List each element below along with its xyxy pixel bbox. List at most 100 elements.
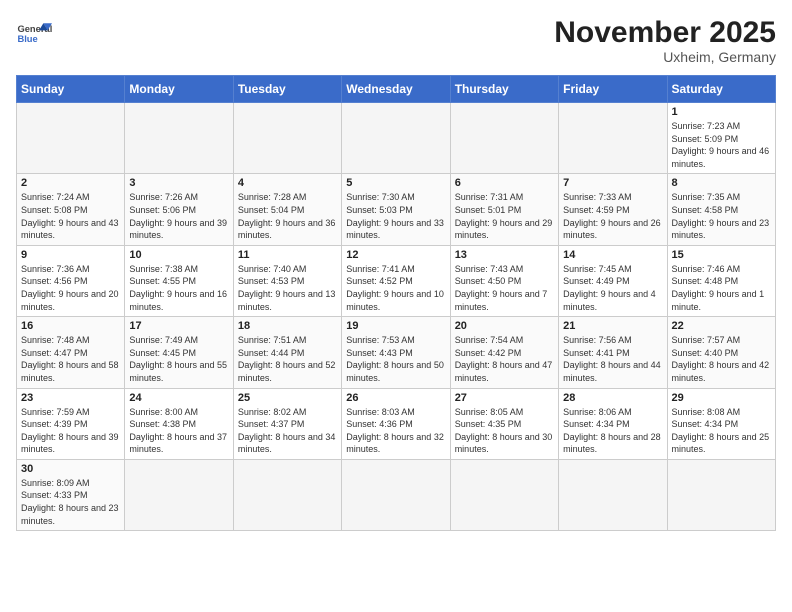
calendar-day-cell: 5 Sunrise: 7:30 AM Sunset: 5:03 PM Daylig… (342, 174, 450, 245)
calendar-day-cell: 24 Sunrise: 8:00 AM Sunset: 4:38 PM Dayli… (125, 388, 233, 459)
day-number: 20 (455, 320, 554, 332)
month-year-title: November 2025 (554, 16, 776, 49)
day-info: Sunrise: 8:02 AM Sunset: 4:37 PM Dayligh… (238, 406, 337, 456)
weekday-header-saturday: Saturday (667, 76, 775, 103)
day-info: Sunrise: 7:56 AM Sunset: 4:41 PM Dayligh… (563, 334, 662, 384)
calendar-table: SundayMondayTuesdayWednesdayThursdayFrid… (16, 75, 776, 531)
day-number: 19 (346, 320, 445, 332)
calendar-day-cell: 29 Sunrise: 8:08 AM Sunset: 4:34 PM Dayli… (667, 388, 775, 459)
weekday-header-monday: Monday (125, 76, 233, 103)
calendar-week-row: 1 Sunrise: 7:23 AM Sunset: 5:09 PM Daylig… (17, 103, 776, 174)
day-number: 25 (238, 392, 337, 404)
calendar-day-cell: 13Sunrise: 7:43 AM Sunset: 4:50 PM Dayli… (450, 245, 558, 316)
day-info: Sunrise: 7:59 AM Sunset: 4:39 PM Dayligh… (21, 406, 120, 456)
calendar-day-cell: 27 Sunrise: 8:05 AM Sunset: 4:35 PM Dayli… (450, 388, 558, 459)
calendar-day-cell: 9 Sunrise: 7:36 AM Sunset: 4:56 PM Daylig… (17, 245, 125, 316)
calendar-week-row: 2 Sunrise: 7:24 AM Sunset: 5:08 PM Daylig… (17, 174, 776, 245)
calendar-day-cell: 15 Sunrise: 7:46 AM Sunset: 4:48 PM Dayli… (667, 245, 775, 316)
day-info: Sunrise: 7:30 AM Sunset: 5:03 PM Dayligh… (346, 191, 445, 241)
logo-icon: General Blue (16, 16, 52, 52)
calendar-day-cell: 8Sunrise: 7:35 AM Sunset: 4:58 PM Daylig… (667, 174, 775, 245)
calendar-week-row: 16 Sunrise: 7:48 AM Sunset: 4:47 PM Dayli… (17, 317, 776, 388)
calendar-day-cell: 16 Sunrise: 7:48 AM Sunset: 4:47 PM Dayli… (17, 317, 125, 388)
day-number: 26 (346, 392, 445, 404)
day-info: Sunrise: 7:24 AM Sunset: 5:08 PM Dayligh… (21, 191, 120, 241)
day-number: 24 (129, 392, 228, 404)
calendar-day-cell: 2 Sunrise: 7:24 AM Sunset: 5:08 PM Daylig… (17, 174, 125, 245)
calendar-day-cell: 14 Sunrise: 7:45 AM Sunset: 4:49 PM Dayli… (559, 245, 667, 316)
day-number: 1 (672, 106, 771, 118)
day-number: 6 (455, 177, 554, 189)
day-number: 10 (129, 249, 228, 261)
calendar-week-row: 23 Sunrise: 7:59 AM Sunset: 4:39 PM Dayli… (17, 388, 776, 459)
day-number: 5 (346, 177, 445, 189)
day-number: 3 (129, 177, 228, 189)
day-number: 4 (238, 177, 337, 189)
day-info: Sunrise: 7:41 AM Sunset: 4:52 PM Dayligh… (346, 263, 445, 313)
day-number: 7 (563, 177, 662, 189)
calendar-day-cell (125, 459, 233, 530)
calendar-day-cell (17, 103, 125, 174)
day-info: Sunrise: 7:23 AM Sunset: 5:09 PM Dayligh… (672, 120, 771, 170)
day-info: Sunrise: 7:33 AM Sunset: 4:59 PM Dayligh… (563, 191, 662, 241)
calendar-day-cell (559, 459, 667, 530)
day-number: 16 (21, 320, 120, 332)
day-number: 12 (346, 249, 445, 261)
calendar-day-cell (559, 103, 667, 174)
day-info: Sunrise: 7:54 AM Sunset: 4:42 PM Dayligh… (455, 334, 554, 384)
calendar-day-cell: 17Sunrise: 7:49 AM Sunset: 4:45 PM Dayli… (125, 317, 233, 388)
weekday-header-wednesday: Wednesday (342, 76, 450, 103)
day-info: Sunrise: 7:40 AM Sunset: 4:53 PM Dayligh… (238, 263, 337, 313)
day-number: 23 (21, 392, 120, 404)
calendar-day-cell: 28 Sunrise: 8:06 AM Sunset: 4:34 PM Dayli… (559, 388, 667, 459)
day-number: 11 (238, 249, 337, 261)
calendar-day-cell: 22Sunrise: 7:57 AM Sunset: 4:40 PM Dayli… (667, 317, 775, 388)
day-info: Sunrise: 7:57 AM Sunset: 4:40 PM Dayligh… (672, 334, 771, 384)
day-number: 18 (238, 320, 337, 332)
day-info: Sunrise: 8:08 AM Sunset: 4:34 PM Dayligh… (672, 406, 771, 456)
day-number: 9 (21, 249, 120, 261)
day-info: Sunrise: 7:28 AM Sunset: 5:04 PM Dayligh… (238, 191, 337, 241)
day-info: Sunrise: 7:45 AM Sunset: 4:49 PM Dayligh… (563, 263, 662, 313)
day-info: Sunrise: 7:43 AM Sunset: 4:50 PM Dayligh… (455, 263, 554, 313)
calendar-day-cell (667, 459, 775, 530)
calendar-day-cell: 25 Sunrise: 8:02 AM Sunset: 4:37 PM Dayli… (233, 388, 341, 459)
day-info: Sunrise: 7:48 AM Sunset: 4:47 PM Dayligh… (21, 334, 120, 384)
page-header: General Blue November 2025 Uxheim, Germa… (16, 16, 776, 65)
weekday-header-sunday: Sunday (17, 76, 125, 103)
day-info: Sunrise: 8:06 AM Sunset: 4:34 PM Dayligh… (563, 406, 662, 456)
day-info: Sunrise: 8:09 AM Sunset: 4:33 PM Dayligh… (21, 477, 120, 527)
day-number: 14 (563, 249, 662, 261)
weekday-header-thursday: Thursday (450, 76, 558, 103)
calendar-day-cell: 10Sunrise: 7:38 AM Sunset: 4:55 PM Dayli… (125, 245, 233, 316)
day-number: 2 (21, 177, 120, 189)
calendar-day-cell: 3Sunrise: 7:26 AM Sunset: 5:06 PM Daylig… (125, 174, 233, 245)
calendar-day-cell: 26Sunrise: 8:03 AM Sunset: 4:36 PM Dayli… (342, 388, 450, 459)
calendar-day-cell (125, 103, 233, 174)
day-info: Sunrise: 8:00 AM Sunset: 4:38 PM Dayligh… (129, 406, 228, 456)
day-number: 30 (21, 463, 120, 475)
calendar-day-cell: 19 Sunrise: 7:53 AM Sunset: 4:43 PM Dayli… (342, 317, 450, 388)
weekday-header-row: SundayMondayTuesdayWednesdayThursdayFrid… (17, 76, 776, 103)
calendar-day-cell: 30 Sunrise: 8:09 AM Sunset: 4:33 PM Dayli… (17, 459, 125, 530)
day-number: 21 (563, 320, 662, 332)
day-number: 27 (455, 392, 554, 404)
day-info: Sunrise: 7:36 AM Sunset: 4:56 PM Dayligh… (21, 263, 120, 313)
day-info: Sunrise: 7:49 AM Sunset: 4:45 PM Dayligh… (129, 334, 228, 384)
svg-text:Blue: Blue (17, 34, 37, 44)
weekday-header-friday: Friday (559, 76, 667, 103)
logo: General Blue (16, 16, 52, 52)
day-number: 15 (672, 249, 771, 261)
calendar-day-cell: 23 Sunrise: 7:59 AM Sunset: 4:39 PM Dayli… (17, 388, 125, 459)
day-number: 29 (672, 392, 771, 404)
day-number: 28 (563, 392, 662, 404)
day-info: Sunrise: 7:53 AM Sunset: 4:43 PM Dayligh… (346, 334, 445, 384)
calendar-day-cell: 7 Sunrise: 7:33 AM Sunset: 4:59 PM Daylig… (559, 174, 667, 245)
day-info: Sunrise: 8:05 AM Sunset: 4:35 PM Dayligh… (455, 406, 554, 456)
calendar-day-cell: 6Sunrise: 7:31 AM Sunset: 5:01 PM Daylig… (450, 174, 558, 245)
day-info: Sunrise: 7:46 AM Sunset: 4:48 PM Dayligh… (672, 263, 771, 313)
day-number: 8 (672, 177, 771, 189)
calendar-day-cell: 1 Sunrise: 7:23 AM Sunset: 5:09 PM Daylig… (667, 103, 775, 174)
calendar-day-cell (450, 459, 558, 530)
calendar-day-cell: 4 Sunrise: 7:28 AM Sunset: 5:04 PM Daylig… (233, 174, 341, 245)
